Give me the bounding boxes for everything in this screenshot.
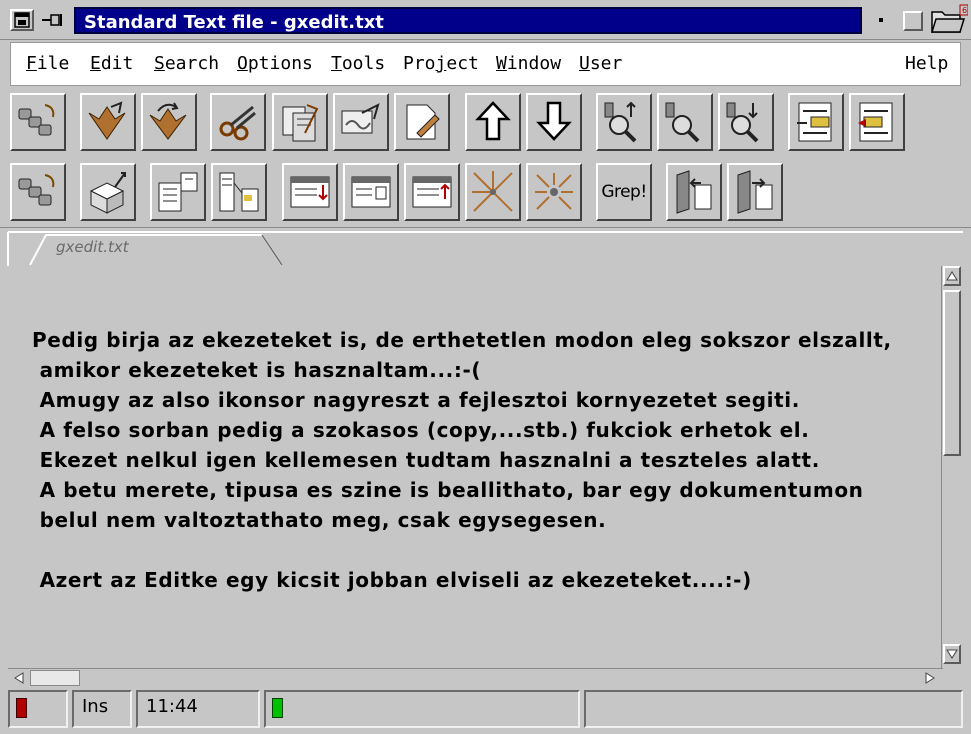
open-folder-icon [88, 101, 126, 140]
pencil-page-icon [406, 104, 440, 140]
outdent-page-icon [858, 102, 893, 142]
menu-help[interactable]: Help [905, 51, 948, 77]
magnifier-icon [726, 102, 759, 143]
arrow-up-icon [475, 101, 511, 141]
file-swap-left-icon [676, 170, 712, 214]
pin-icon[interactable] [40, 9, 68, 31]
maximize-icon[interactable] [903, 11, 923, 31]
folder-icon[interactable]: 6 [930, 4, 969, 36]
vertical-scroll-thumb[interactable] [943, 290, 961, 456]
edit-document-button[interactable] [394, 93, 450, 151]
text-line: Pedig birja az ekezeteket is, de erthete… [32, 328, 892, 352]
scissors-icon [219, 105, 256, 141]
build-window-icon [351, 176, 391, 208]
file-swap-right-icon [737, 170, 773, 214]
menu-bar: File Edit Search Options Tools Project W… [10, 42, 961, 86]
outdent-button[interactable] [849, 93, 905, 151]
horizontal-scroll-thumb[interactable] [30, 670, 80, 686]
text-line: Amugy az also ikonsor nagyreszt a fejles… [32, 388, 800, 412]
tab-label: gxedit.txt [56, 238, 129, 256]
menu-user[interactable]: User [579, 51, 622, 77]
copy-button[interactable] [272, 93, 328, 151]
menu-options[interactable]: Options [237, 51, 313, 77]
open-project-button[interactable] [80, 163, 136, 221]
project-files-button[interactable] [150, 163, 206, 221]
compile-button[interactable] [282, 163, 338, 221]
file-list-icon [158, 172, 198, 212]
insert-mode: Ins [82, 696, 109, 717]
window-menu-icon[interactable] [10, 9, 34, 31]
expand-button[interactable] [465, 163, 521, 221]
menu-tools[interactable]: Tools [331, 51, 385, 77]
paste-icon [341, 103, 380, 134]
development-toolbar: Grep! [0, 158, 971, 228]
menu-project[interactable]: Project [403, 51, 479, 77]
main-toolbar [0, 88, 971, 158]
text-editor[interactable]: Pedig birja az ekezeteket is, de erthete… [8, 266, 943, 668]
paste-button[interactable] [333, 93, 389, 151]
new-file-button[interactable] [10, 93, 66, 151]
run-window-icon [412, 176, 452, 208]
text-line: Azert az Editke egy kicsit jobban elvise… [32, 568, 752, 592]
save-file-button[interactable] [141, 93, 197, 151]
page-down-button[interactable] [526, 93, 582, 151]
text-line: belul nem valtoztathato meg, csak egyseg… [32, 508, 607, 532]
find-button[interactable] [596, 93, 652, 151]
build-button[interactable] [343, 163, 399, 221]
collapse-arrows-icon [535, 173, 573, 210]
text-line: amikor ekezeteket is hasznaltam...:-( [32, 358, 482, 382]
chain-new-icon [18, 104, 55, 136]
info-field [584, 690, 963, 728]
compile-window-icon [290, 176, 330, 208]
file-tree-icon [219, 172, 259, 212]
save-folder-icon [149, 102, 187, 140]
indent-button[interactable] [788, 93, 844, 151]
magnifier-icon [604, 101, 637, 143]
find-previous-button[interactable] [718, 93, 774, 151]
new-project-button[interactable] [10, 163, 66, 221]
window-title: Standard Text file - gxedit.txt [74, 7, 862, 34]
horizontal-scrollbar[interactable] [8, 668, 943, 688]
chain-new-icon [18, 174, 55, 206]
indent-page-icon [797, 102, 832, 142]
scroll-right-icon[interactable] [920, 669, 940, 687]
open-file-button[interactable] [80, 93, 136, 151]
title-bar: Standard Text file - gxedit.txt 6 [0, 0, 971, 40]
clock-time: 11:44 [146, 696, 198, 717]
page-up-button[interactable] [465, 93, 521, 151]
text-line: A felso sorban pedig a szokasos (copy,..… [32, 418, 810, 442]
project-tree-button[interactable] [211, 163, 267, 221]
cut-button[interactable] [210, 93, 266, 151]
menu-search[interactable]: Search [154, 51, 219, 77]
grep-button[interactable]: Grep! [596, 163, 652, 221]
menu-window[interactable]: Window [496, 51, 561, 77]
scroll-up-icon[interactable] [943, 266, 961, 286]
modified-led [16, 698, 27, 718]
collapse-button[interactable] [526, 163, 582, 221]
copy-icon [282, 104, 319, 142]
time-field: 11:44 [136, 690, 260, 728]
ready-led [272, 698, 283, 718]
magnifier-icon [665, 102, 700, 143]
svg-text:6: 6 [962, 6, 967, 15]
scroll-down-icon[interactable] [943, 644, 961, 664]
arrow-down-icon [536, 101, 572, 141]
previous-file-button[interactable] [666, 163, 722, 221]
menu-edit[interactable]: Edit [90, 51, 133, 77]
next-file-button[interactable] [727, 163, 783, 221]
scroll-left-icon[interactable] [10, 669, 28, 687]
grep-label: Grep! [601, 182, 647, 202]
menu-file[interactable]: File [26, 51, 69, 77]
find-next-button[interactable] [657, 93, 713, 151]
expand-arrows-icon [472, 171, 513, 212]
text-line: Ekezet nelkul igen kellemesen tudtam has… [32, 448, 820, 472]
text-line: A betu merete, tipusa es szine is bealli… [32, 478, 864, 502]
message-field [264, 690, 580, 728]
box-icon [89, 172, 126, 214]
run-button[interactable] [404, 163, 460, 221]
minimize-icon[interactable] [872, 11, 890, 29]
insert-mode-field: Ins [72, 690, 132, 728]
